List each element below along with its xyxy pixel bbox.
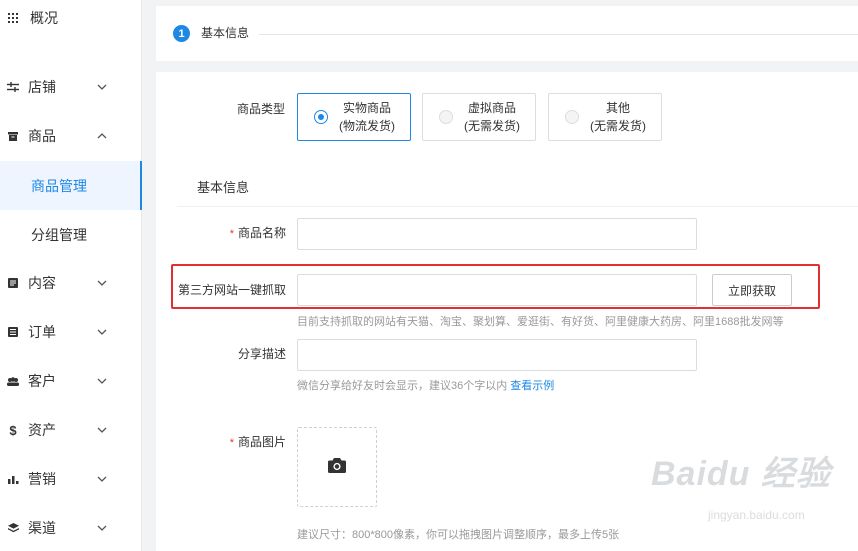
order-icon (7, 326, 19, 338)
sidebar-item-customers[interactable]: 客户 (0, 357, 142, 405)
section-title: 基本信息 (197, 180, 250, 195)
product-type-physical[interactable]: 实物商品 (物流发货) (297, 93, 411, 141)
chevron-down-icon (96, 326, 108, 338)
sidebar-item-label: 分组管理 (31, 226, 87, 243)
fetch-now-button[interactable]: 立即获取 (712, 274, 792, 306)
option-subtitle: (物流发货) (339, 119, 395, 133)
sidebar-item-label: 营销 (28, 471, 56, 487)
camera-icon (328, 458, 346, 476)
step-number: 1 (173, 25, 190, 42)
product-type-virtual[interactable]: 虚拟商品 (无需发货) (422, 93, 536, 141)
option-title: 虚拟商品 (467, 101, 516, 115)
sidebar-item-channels[interactable]: 渠道 (0, 504, 142, 551)
product-images-label: * 商品图片 (196, 434, 286, 451)
sidebar-item-group-management[interactable]: 分组管理 (0, 210, 142, 259)
sidebar-item-label: 客户 (28, 373, 56, 389)
image-upload-hint: 建议尺寸：800*800像素，你可以拖拽图片调整顺序，最多上传5张 (297, 529, 620, 541)
required-mark: * (229, 437, 234, 449)
watermark-url: jingyan.baidu.com (708, 508, 805, 522)
share-hint: 微信分享给好友时会显示，建议36个字以内 查看示例 (297, 379, 554, 393)
share-hint-text: 微信分享给好友时会显示，建议36个字以内 (297, 380, 508, 392)
sidebar-item-store[interactable]: 店铺 (0, 63, 142, 111)
sidebar-item-label: 资产 (28, 422, 56, 438)
sidebar-item-overview[interactable]: 概况 (0, 0, 142, 42)
third-party-fetch-label: 第三方网站一键抓取 (177, 283, 286, 297)
chevron-down-icon (96, 375, 108, 387)
section-divider (177, 206, 858, 207)
share-description-label: 分享描述 (237, 347, 286, 361)
option-title: 其他 (605, 101, 630, 115)
chevron-down-icon (96, 424, 108, 436)
watermark-brand: Baidu 经验 (651, 455, 831, 493)
sidebar-item-label: 概况 (30, 10, 58, 26)
product-name-input[interactable] (297, 218, 697, 250)
step-label: 基本信息 (201, 26, 250, 40)
product-type-label: 商品类型 (236, 102, 285, 116)
product-name-label: * 商品名称 (196, 225, 286, 242)
layers-icon (7, 522, 19, 534)
fetch-hint: 目前支持抓取的网站有天猫、淘宝、聚划算、爱逛街、有好货、阿里健康大药房、阿里16… (297, 316, 784, 328)
step-bar: 1 基本信息 (156, 6, 858, 61)
product-type-other[interactable]: 其他 (无需发货) (548, 93, 662, 141)
sidebar-item-orders[interactable]: 订单 (0, 308, 142, 356)
view-example-link[interactable]: 查看示例 (510, 380, 554, 392)
step-divider (259, 34, 858, 35)
sidebar-item-label: 商品 (28, 128, 56, 144)
chevron-up-icon (96, 130, 108, 142)
chevron-down-icon (96, 522, 108, 534)
third-party-url-input[interactable] (297, 274, 697, 306)
sidebar-item-marketing[interactable]: 营销 (0, 455, 142, 503)
chevron-down-icon (96, 473, 108, 485)
dollar-icon: $ (9, 422, 17, 438)
chevron-down-icon (96, 277, 108, 289)
sidebar-item-label: 商品管理 (31, 177, 87, 194)
sidebar-item-product-management[interactable]: 商品管理 (0, 161, 142, 210)
product-form: 商品类型 实物商品 (物流发货) 虚拟商品 (无需发货) 其他 (无需发货) 基… (156, 72, 858, 551)
sidebar: 概况 店铺 商品 商品管理 分组管理 内容 订单 客户 $ 资产 营销 渠道 (0, 0, 142, 551)
box-icon (7, 130, 19, 142)
content-icon (7, 277, 19, 289)
option-title: 实物商品 (342, 101, 391, 115)
sidebar-item-products[interactable]: 商品 (0, 112, 142, 160)
sidebar-item-label: 店铺 (28, 79, 56, 95)
sidebar-item-assets[interactable]: $ 资产 (0, 406, 142, 454)
product-images-label-text: 商品图片 (237, 435, 286, 449)
sidebar-item-content[interactable]: 内容 (0, 259, 142, 307)
sliders-icon (7, 81, 19, 93)
product-name-label-text: 商品名称 (237, 226, 286, 240)
grid-icon (7, 12, 19, 24)
users-icon (7, 375, 19, 387)
required-mark: * (229, 228, 234, 240)
watermark: Baidu 经验 jingyan.baidu.com (651, 454, 851, 534)
sidebar-item-label: 订单 (28, 324, 56, 340)
image-upload-box[interactable] (297, 427, 377, 507)
share-description-input[interactable] (297, 339, 697, 371)
chevron-down-icon (96, 81, 108, 93)
option-subtitle: (无需发货) (464, 119, 520, 133)
option-subtitle: (无需发货) (590, 119, 646, 133)
sidebar-item-label: 渠道 (28, 520, 56, 536)
bar-chart-icon (7, 473, 19, 485)
sidebar-item-label: 内容 (28, 275, 56, 291)
